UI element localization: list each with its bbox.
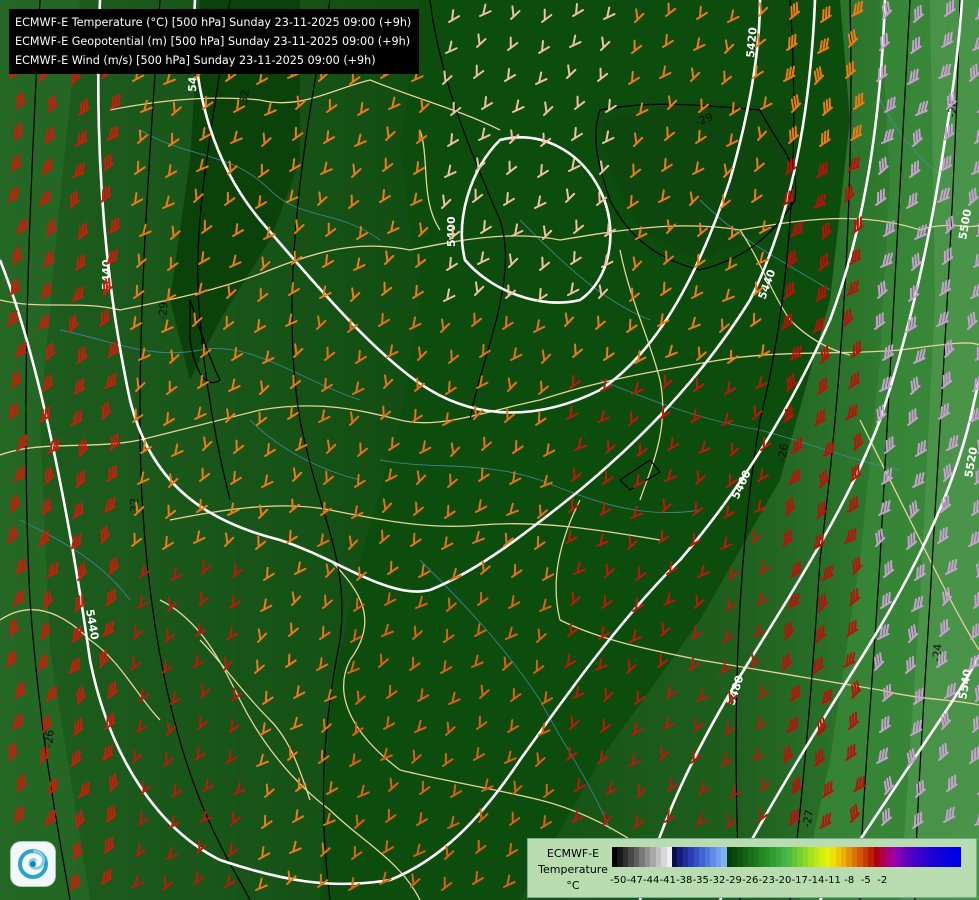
legend-tick-label: -11: [824, 875, 841, 886]
legend-model: ECMWF-E: [546, 847, 600, 860]
legend-tick-label: -17: [791, 875, 808, 886]
geopotential-label: 54: [186, 76, 200, 92]
legend-tick-label: -38: [676, 875, 693, 886]
legend-tick-label: -2: [877, 875, 888, 886]
legend-title: ECMWF-E Temperature °C: [534, 846, 612, 894]
temperature-label: -32: [128, 498, 141, 516]
temperature-map[interactable]: 5420 5400 5440 5440 5460 5480 5500 5520 …: [0, 0, 979, 900]
legend-tick-label: -5: [860, 875, 871, 886]
color-legend: ECMWF-E Temperature °C -50 -47 -44 -41 -38 -3…: [527, 838, 977, 898]
legend-tick-label: -41: [659, 875, 676, 886]
legend-tick-label: -26: [742, 875, 759, 886]
legend-tick-label: -20: [775, 875, 792, 886]
swirl-logo-icon[interactable]: [11, 842, 55, 886]
title-panel: ECMWF-E Temperature (°C) [500 hPa] Sunda…: [9, 9, 420, 74]
legend-colorbar: [612, 847, 961, 867]
wind-title: ECMWF-E Wind (m/s) [500 hPa] Sunday 23-1…: [15, 54, 376, 67]
legend-unit: °C: [566, 879, 580, 892]
legend-tick-label: -50: [610, 875, 627, 886]
temperature-title: ECMWF-E Temperature (°C) [500 hPa] Sunda…: [15, 16, 412, 29]
geopotential-title: ECMWF-E Geopotential (m) [500 hPa] Sunda…: [15, 35, 411, 48]
legend-tick-label: -44: [643, 875, 660, 886]
legend-tick-label: -32: [709, 875, 726, 886]
geopotential-label: 5400: [445, 216, 458, 247]
weather-map-view: 5420 5400 5440 5440 5460 5480 5500 5520 …: [0, 0, 979, 900]
legend-tick-label: -35: [692, 875, 709, 886]
legend-tick-label: -14: [808, 875, 825, 886]
legend-tick-label: -29: [725, 875, 742, 886]
legend-ticks: -50 -47 -44 -41 -38 -35 -32 -29 -26 -23 -20 -17 -14-…: [610, 875, 891, 886]
legend-variable: Temperature: [538, 863, 608, 876]
temperature-label: -29: [156, 301, 171, 320]
legend-tick-label: -8: [844, 875, 855, 886]
legend-tick-label: -47: [626, 875, 643, 886]
legend-tick-label: -23: [758, 875, 775, 886]
swirl-icon: [18, 849, 48, 879]
geopotential-label: 5420: [744, 26, 760, 58]
legend-swatch: [955, 847, 961, 867]
